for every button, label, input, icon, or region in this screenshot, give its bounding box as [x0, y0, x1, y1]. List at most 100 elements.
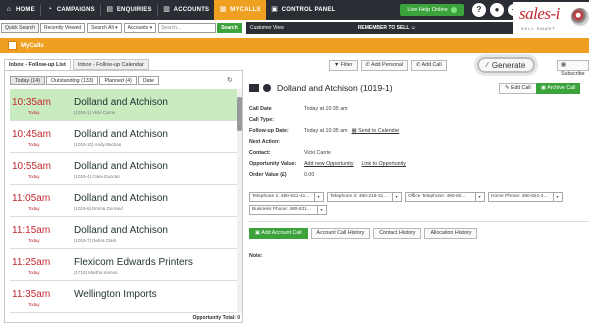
scrollbar-thumb[interactable]: [237, 97, 242, 131]
list-item[interactable]: 11:05am Today Dolland and Atchison (1019…: [10, 185, 238, 217]
call-account-name: Dolland and Atchison: [74, 193, 168, 204]
archive-call-button[interactable]: ▣ Archive Call: [536, 83, 581, 94]
pencil-icon: ✎: [505, 85, 510, 91]
tab-outstanding[interactable]: Outstanding (133): [46, 76, 99, 85]
chevron-down-icon: ▾: [149, 25, 153, 31]
search-type-value: Accounts: [127, 25, 149, 31]
logo-brand: sales-i: [519, 4, 560, 23]
chevron-down-icon: ▾: [475, 193, 483, 201]
send-to-calendar-link[interactable]: ▦ Send to Calendar: [352, 128, 400, 134]
call-list: 10:35am Today Dolland and Atchison (1019…: [10, 89, 238, 313]
nav-accounts[interactable]: ▥ ACCOUNTS: [158, 0, 215, 20]
call-day: Today: [28, 302, 40, 307]
accounts-icon: ▥: [163, 6, 171, 13]
sales-i-logo: sales-i SELL SMART: [513, 2, 589, 36]
add-personal-button[interactable]: ✆ Add Personal: [360, 60, 408, 71]
call-day: Today: [28, 206, 40, 211]
filter-icon: ▼: [334, 62, 340, 68]
account-card-icon: [249, 84, 259, 92]
help-icon[interactable]: ?: [472, 3, 486, 17]
tab-today[interactable]: Today (14): [10, 76, 46, 85]
add-opportunity-link[interactable]: Add new Opportunity: [304, 161, 353, 167]
live-help-button[interactable]: Live Help Online: [400, 4, 464, 16]
search-input[interactable]: Search...: [158, 23, 217, 33]
call-history-actions: ▣ Add Account Call Account Call History …: [249, 228, 480, 239]
nav-accounts-label: ACCOUNTS: [173, 7, 210, 13]
section-divider: [249, 221, 589, 222]
add-call-button[interactable]: ✆ Add Call: [410, 60, 447, 71]
nav-campaigns[interactable]: ◔ CAMPAIGNS: [41, 0, 100, 20]
contact-history-button[interactable]: Contact History: [373, 228, 422, 239]
tab-date[interactable]: Date: [137, 76, 160, 85]
control-panel-icon: ▣: [271, 6, 279, 13]
inbox-tabs: Inbox - Follow-up List Inbox - Follow-up…: [4, 59, 151, 70]
remember-banner: REMEMBER TO SELL ☺: [357, 25, 416, 31]
generate-button[interactable]: ⁄ Generate: [477, 57, 535, 73]
mycalls-header-icon: [8, 41, 17, 50]
add-call-label: Add Call: [421, 62, 442, 68]
list-item[interactable]: 10:35am Today Dolland and Atchison (1019…: [10, 89, 238, 121]
list-item[interactable]: 11:15am Today Dolland and Atchison (1019…: [10, 217, 238, 249]
allocation-history-button[interactable]: Allocation History: [424, 228, 478, 239]
customer-view-strip: Customer View REMEMBER TO SELL ☺: [246, 22, 513, 34]
live-help-label: Live Help Online: [407, 7, 448, 13]
customer-view-link[interactable]: Customer View: [250, 25, 284, 31]
link-to-opportunity-link[interactable]: Link to Opportunity: [361, 161, 405, 167]
list-item[interactable]: 11:25am Today Flexicom Edwards Printers …: [10, 249, 238, 281]
wand-icon: ⁄: [486, 61, 488, 69]
search-button[interactable]: Search: [217, 23, 242, 33]
page-header: MyCalls: [0, 38, 589, 53]
contact-icon: [263, 84, 271, 92]
business-phone-select[interactable]: Business Phone: 480-821... ▾: [249, 205, 327, 215]
quick-search-tab[interactable]: Quick Search: [1, 23, 40, 33]
field-value: Add new Opportunity Link to Opportunity: [304, 161, 406, 167]
call-list-scrollbar[interactable]: [237, 89, 242, 313]
user-icon[interactable]: ●: [490, 3, 504, 17]
opportunity-total: Opportunity Total: 0: [192, 315, 240, 321]
call-contact: (1019-10) Andy Bachan: [74, 142, 122, 147]
nav-enquiries[interactable]: ▤ ENQUIRIES: [101, 0, 157, 20]
home-phone-select[interactable]: Home Phone: 480-821-4... ▾: [488, 192, 563, 202]
edit-call-button[interactable]: ✎ Edit Call: [499, 83, 537, 94]
account-call-history-button[interactable]: Account Call History: [310, 228, 371, 239]
search-scope-select[interactable]: Search All ▾: [87, 23, 122, 33]
call-detail-header: Dolland and Atchison (1019-1): [249, 83, 393, 93]
telephone-1-select[interactable]: Telephone 1: 480-821-41... ▾: [249, 192, 324, 202]
recently-viewed-tab[interactable]: Recently Viewed: [40, 23, 86, 33]
list-item[interactable]: 11:35am Today Wellington Imports: [10, 281, 238, 313]
refresh-icon[interactable]: ↻: [227, 76, 233, 84]
list-item[interactable]: 10:45am Today Dolland and Atchison (1019…: [10, 121, 238, 153]
call-contact: (1019-6) Emma Dorrand: [74, 206, 123, 211]
add-icon: ▣: [255, 230, 261, 236]
call-time: 10:45am: [12, 129, 51, 140]
call-account-name: Dolland and Atchison: [74, 129, 168, 140]
enquiries-icon: ▤: [106, 6, 114, 13]
office-telephone-select[interactable]: Office Telephone: 480-82... ▾: [405, 192, 485, 202]
call-time: 11:35am: [12, 289, 51, 300]
tab-follow-up-calendar[interactable]: Inbox - Follow-up Calendar: [72, 59, 149, 70]
tab-follow-up-list[interactable]: Inbox - Follow-up List: [4, 59, 71, 70]
generate-label: Generate: [491, 60, 526, 70]
nav-home[interactable]: ⌂ HOME: [0, 0, 40, 20]
call-contact: (1019-4) Clare Duncan: [74, 174, 120, 179]
nav-control-panel[interactable]: ▣ CONTROL PANEL: [266, 0, 341, 20]
subscribe-button[interactable]: ▦ Subscribe: [557, 60, 589, 77]
chevron-down-icon: ▾: [553, 193, 561, 201]
chevron-down-icon: ▾: [317, 206, 325, 214]
telephone-2-select[interactable]: Telephone 2: 480-219-31... ▾: [327, 192, 402, 202]
list-item[interactable]: 10:55am Today Dolland and Atchison (1019…: [10, 153, 238, 185]
call-time: 11:25am: [12, 257, 51, 268]
tab-planned[interactable]: Planned (4): [99, 76, 137, 85]
filter-button[interactable]: ▼ Filter: [329, 60, 358, 71]
call-day: Today: [28, 270, 40, 275]
call-day: Today: [28, 142, 40, 147]
nav-mycalls[interactable]: ▦ MYCALLS: [214, 0, 266, 20]
telephone-1-value: Telephone 1: 480-821-41...: [252, 194, 310, 199]
call-time: 10:35am: [12, 97, 51, 108]
subscribe-label: Subscribe: [561, 71, 585, 77]
add-account-call-button[interactable]: ▣ Add Account Call: [249, 228, 308, 239]
call-account-name: Dolland and Atchison: [74, 97, 168, 108]
home-icon: ⌂: [6, 6, 12, 13]
search-type-select[interactable]: Accounts ▾: [123, 23, 157, 33]
field-value: 0.00: [304, 172, 315, 178]
